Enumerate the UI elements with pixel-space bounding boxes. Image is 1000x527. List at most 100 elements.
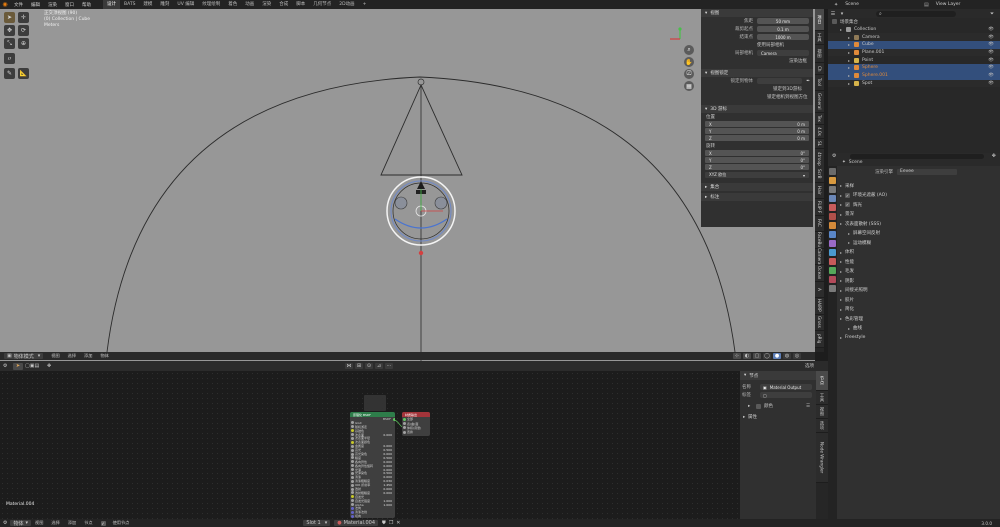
menu-item[interactable]: 帮助 [78,2,95,8]
transform-tool[interactable]: ⊕ [18,38,29,49]
workspace-tab[interactable]: 动画 [241,0,258,9]
render-panel-row[interactable]: ▸ 曲线 [837,324,1000,334]
scale-tool[interactable]: ⤡ [4,38,15,49]
sidebar-tab[interactable]: Ch [815,63,824,75]
editor-type-icon[interactable]: ⚙ [3,363,13,369]
location-x-field[interactable]: X 0 m [705,121,809,127]
snap-icon[interactable]: ⋈ [345,363,353,369]
view-layer-tab-icon[interactable] [829,195,836,202]
addon-tab[interactable]: ScrB [815,166,824,183]
material-shading-icon[interactable]: ◍ [783,353,791,359]
render-panel-row[interactable]: ▸ 毛发 [837,267,1000,277]
render-panel-row[interactable]: ▸ 间接光照明 [837,286,1000,296]
rotation-mode-dropdown[interactable]: XYZ 欧拉 ▾ [705,172,809,178]
list-icon[interactable]: ☰ [806,404,810,409]
material-selector[interactable]: ● Material.004 [334,520,379,526]
sidebar-tab[interactable]: General [815,91,824,113]
outliner-item[interactable]: ▸ Sphere 👁 [828,64,1000,72]
3d-cursor-section-header[interactable]: ▾ 3D 游标 [701,105,813,113]
solid-shading-icon[interactable]: ● [773,353,781,359]
node-menu-item[interactable]: 选择 [47,520,63,526]
view-section-header[interactable]: ▾ 视图 [701,9,813,17]
addon-tab[interactable]: FAC [815,215,824,232]
workspace-tab[interactable]: 脚本 [292,0,309,9]
modifier-tab-icon[interactable] [829,231,836,238]
visibility-eye-icon[interactable]: 👁 [988,27,994,32]
view-lock-section-header[interactable]: ▾ 视图锁定 [701,69,813,77]
blender-logo-icon[interactable]: ◉ [0,1,10,8]
visibility-eye-icon[interactable]: 👁 [988,81,994,86]
workspace-tab[interactable]: 渲染 [258,0,275,9]
addon-tab[interactable]: FLIP F [815,199,824,216]
node-menu-item[interactable]: 视图 [31,520,47,526]
use-nodes-checkbox[interactable]: ✓ [100,520,106,526]
parent-icon[interactable]: ⊿ [375,363,383,369]
render-tab-icon[interactable] [829,177,836,184]
sidebar-tab[interactable]: SL [815,139,824,149]
select-mode-icons[interactable]: ▢▣▤ [25,363,45,369]
funnel-icon[interactable]: ⏷ [990,11,994,17]
sidebar-tab[interactable]: 项目 [815,9,824,31]
options-icon[interactable]: ⋯ [385,363,393,369]
particles-tab-icon[interactable] [829,240,836,247]
close-icon[interactable]: ✕ [396,520,400,526]
object-mode-dropdown[interactable]: 物体 ▾ [10,520,32,527]
filter-icon[interactable]: ▾ [838,11,846,17]
properties-search-input[interactable] [850,153,984,159]
3d-viewport[interactable]: 正交顶视图 (90) (0) Collection | Cube Meters … [0,9,815,361]
view-field[interactable]: 焦距 50 mm [701,17,813,25]
node-sidebar-tab[interactable]: Node Wrangler [816,433,828,483]
principled-bsdf-node[interactable]: 原理化 BSDF BSDF GGX 随机游走 基础色 次表面 0.000 次表面半径 次表面颜… [350,412,395,518]
object-tab-icon[interactable] [829,222,836,229]
collections-section-header[interactable]: ▸ 集合 [701,183,813,191]
addon-tab[interactable]: Hair [815,182,824,199]
workspace-tab[interactable]: 2D动画 [335,0,358,9]
rotation-x-field[interactable]: X 0° [705,150,809,156]
select-box-tool[interactable]: ➤ [4,12,15,23]
addon-tab[interactable]: pRig [815,331,824,348]
mode-dropdown[interactable]: ▣ 物体模式 ▾ [4,353,44,360]
render-panel-row[interactable]: ▸ 简化 [837,305,1000,315]
render-panel-row[interactable]: ▸ 色彩管理 [837,314,1000,324]
node-label-field[interactable]: 标签 ▢ [740,391,816,399]
socket-dot-icon[interactable] [403,426,406,430]
menu-item[interactable]: 编辑 [27,2,44,8]
addon-tab[interactable]: HAIRP [815,298,824,315]
workspace-tab[interactable]: 设计 [103,0,120,9]
visibility-eye-icon[interactable]: 👁 [988,73,994,78]
eyedropper-icon[interactable]: ✒ [806,79,810,84]
workspace-tab[interactable]: 合成 [275,0,292,9]
render-panel-row[interactable]: ▸ 运动模糊 [837,238,1000,248]
sidebar-tab[interactable]: 视图 [815,45,824,63]
viewport-menu-item[interactable]: 视图 [47,353,63,359]
location-y-field[interactable]: Y 0 m [705,128,809,134]
node-editor-canvas[interactable]: 原理化 BSDF BSDF GGX 随机游走 基础色 次表面 0.000 次表面半径 次表面颜… [0,371,740,519]
grid-icon[interactable]: ▦ [684,81,694,91]
properties-type-icon[interactable]: ⚙ [832,153,842,159]
pencil-tool[interactable]: ✎ [4,68,15,79]
panel-checkbox[interactable]: ✓ [845,192,850,198]
annotations-section-header[interactable]: ▸ 标注 [701,193,813,201]
rendered-shading-icon[interactable]: ◎ [793,353,801,359]
render-panel-row[interactable]: ▸ 性能 [837,257,1000,267]
render-panel-row[interactable]: ▸ 采样 [837,181,1000,191]
outliner-item[interactable]: ▸ Sphere.001 👁 [828,71,1000,80]
material-tab-icon[interactable] [829,276,836,283]
add-workspace-button[interactable]: + [359,0,371,9]
color-checkbox[interactable] [756,403,761,409]
overlay-icon[interactable]: ⊙ [365,363,373,369]
node-sidebar-tab[interactable]: 选项 [816,419,828,433]
sidebar-tab[interactable]: 工具 [815,31,824,45]
render-panel-row[interactable]: ▸ ✓ 辉光 [837,200,1000,210]
physics-tab-icon[interactable] [829,249,836,256]
addon-tab[interactable]: Gross [815,314,824,331]
workspace-tab[interactable]: 雕刻 [156,0,173,9]
outliner-item[interactable]: ▸ Camera 👁 [828,33,1000,42]
node-color-toggle[interactable]: ▸ 颜色 ☰ [740,402,816,410]
material-output-node[interactable]: 材质输出 全部 表(曲)面 体积(音量) 置换 [402,412,430,436]
constraints-tab-icon[interactable] [829,258,836,265]
workspace-tab[interactable]: BATS [120,0,139,9]
render-engine-field[interactable]: 渲染引擎 Eevee [837,166,1000,177]
visibility-eye-icon[interactable]: 👁 [988,42,994,47]
workspace-tab[interactable]: 几何节点 [309,0,335,9]
